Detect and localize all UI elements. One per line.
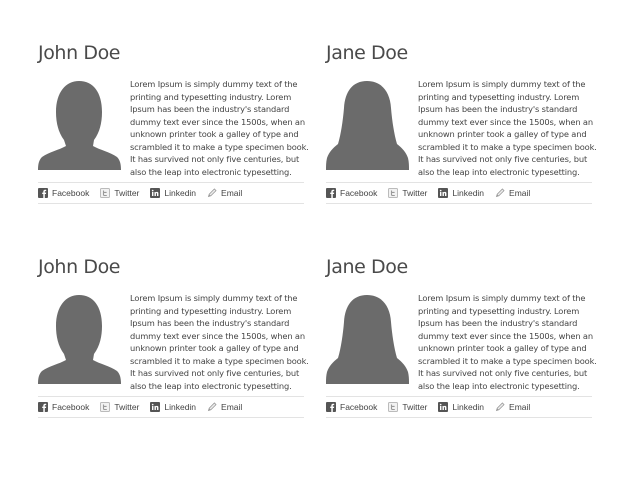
email-label: Email bbox=[221, 188, 243, 198]
male-avatar-icon bbox=[38, 78, 121, 170]
linkedin-link[interactable]: Linkedin bbox=[438, 402, 484, 412]
facebook-link[interactable]: Facebook bbox=[38, 402, 89, 412]
profile-bio: Lorem Ipsum is simply dummy text of the … bbox=[130, 79, 309, 177]
profile-bio: Lorem Ipsum is simply dummy text of the … bbox=[130, 293, 309, 391]
profile-bio: Lorem Ipsum is simply dummy text of the … bbox=[418, 293, 597, 391]
linkedin-label: Linkedin bbox=[164, 188, 197, 198]
facebook-icon bbox=[38, 188, 48, 198]
male-avatar-icon bbox=[38, 292, 121, 384]
email-link[interactable]: Email bbox=[495, 188, 530, 198]
profile-name: Jane Doe bbox=[326, 42, 408, 64]
email-label: Email bbox=[509, 402, 531, 412]
linkedin-label: Linkedin bbox=[452, 402, 485, 412]
facebook-icon bbox=[326, 402, 336, 412]
social-links: Facebook Twitter Linkedin Email bbox=[38, 182, 304, 204]
twitter-link[interactable]: Twitter bbox=[100, 188, 139, 198]
twitter-link[interactable]: Twitter bbox=[388, 188, 427, 198]
facebook-label: Facebook bbox=[340, 188, 378, 198]
linkedin-link[interactable]: Linkedin bbox=[150, 188, 196, 198]
linkedin-icon bbox=[150, 188, 161, 198]
linkedin-link[interactable]: Linkedin bbox=[150, 402, 196, 412]
twitter-icon bbox=[100, 188, 111, 198]
social-links: Facebook Twitter Linkedin Email bbox=[326, 396, 592, 418]
female-avatar-icon bbox=[326, 78, 409, 170]
twitter-icon bbox=[388, 402, 399, 412]
linkedin-label: Linkedin bbox=[452, 188, 485, 198]
email-link[interactable]: Email bbox=[495, 402, 530, 412]
linkedin-icon bbox=[438, 402, 449, 412]
social-links: Facebook Twitter Linkedin Email bbox=[326, 182, 592, 204]
profile-name: John Doe bbox=[38, 256, 121, 278]
email-icon bbox=[495, 188, 505, 198]
email-link[interactable]: Email bbox=[207, 188, 242, 198]
facebook-icon bbox=[38, 402, 48, 412]
social-links: Facebook Twitter Linkedin Email bbox=[38, 396, 304, 418]
email-icon bbox=[207, 402, 217, 412]
profile-bio: Lorem Ipsum is simply dummy text of the … bbox=[418, 79, 597, 177]
linkedin-icon bbox=[438, 188, 449, 198]
email-label: Email bbox=[509, 188, 531, 198]
twitter-icon bbox=[100, 402, 111, 412]
facebook-label: Facebook bbox=[52, 402, 90, 412]
twitter-label: Twitter bbox=[114, 188, 140, 198]
linkedin-label: Linkedin bbox=[164, 402, 197, 412]
linkedin-link[interactable]: Linkedin bbox=[438, 188, 484, 198]
facebook-link[interactable]: Facebook bbox=[326, 188, 377, 198]
facebook-link[interactable]: Facebook bbox=[326, 402, 377, 412]
facebook-link[interactable]: Facebook bbox=[38, 188, 89, 198]
email-icon bbox=[207, 188, 217, 198]
female-avatar-icon bbox=[326, 292, 409, 384]
facebook-label: Facebook bbox=[340, 402, 378, 412]
email-link[interactable]: Email bbox=[207, 402, 242, 412]
twitter-icon bbox=[388, 188, 399, 198]
facebook-label: Facebook bbox=[52, 188, 90, 198]
twitter-link[interactable]: Twitter bbox=[388, 402, 427, 412]
twitter-label: Twitter bbox=[114, 402, 140, 412]
twitter-label: Twitter bbox=[402, 402, 428, 412]
email-icon bbox=[495, 402, 505, 412]
facebook-icon bbox=[326, 188, 336, 198]
email-label: Email bbox=[221, 402, 243, 412]
twitter-label: Twitter bbox=[402, 188, 428, 198]
profile-name: Jane Doe bbox=[326, 256, 408, 278]
linkedin-icon bbox=[150, 402, 161, 412]
profile-name: John Doe bbox=[38, 42, 121, 64]
twitter-link[interactable]: Twitter bbox=[100, 402, 139, 412]
